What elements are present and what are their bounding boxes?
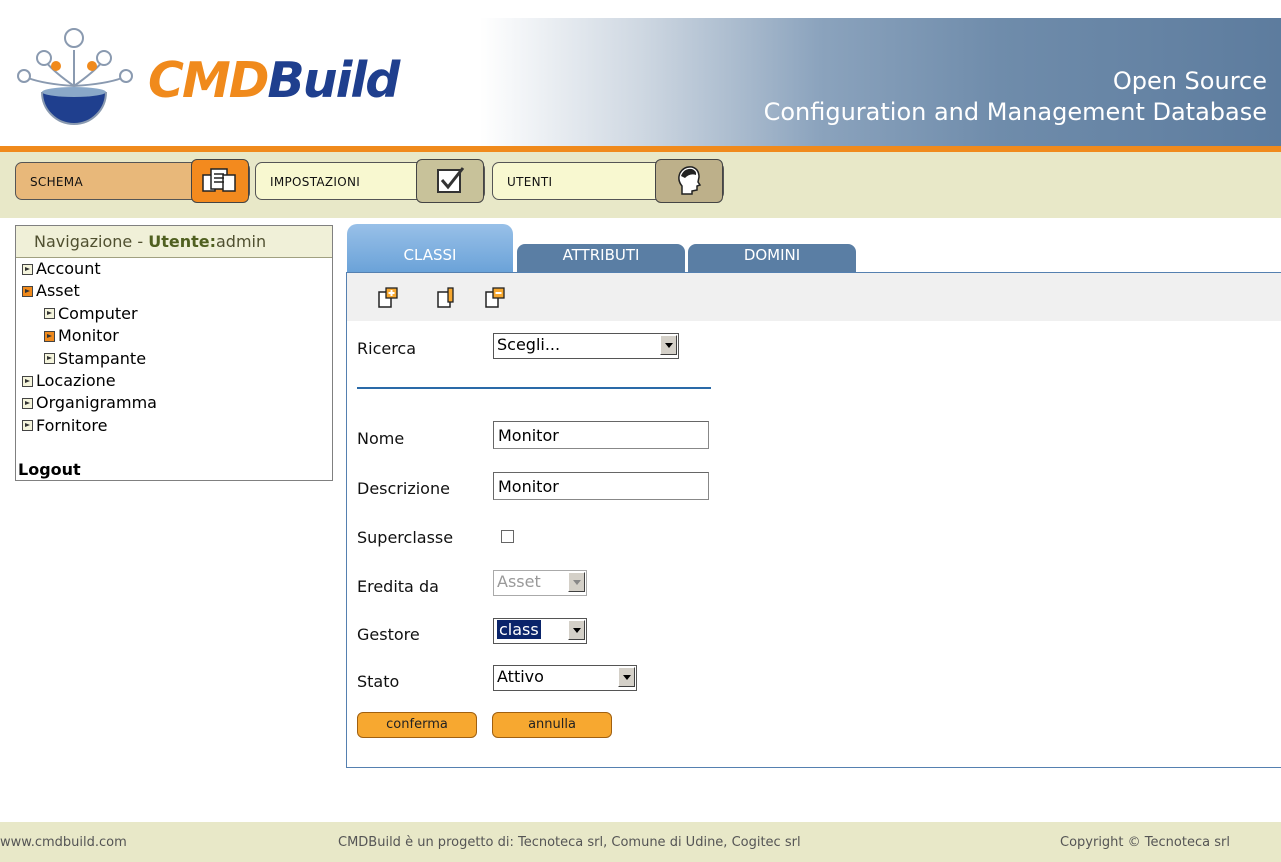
navigation-panel: Navigazione - Utente:admin Account Asset C… [15, 225, 333, 481]
annulla-button[interactable]: annulla [492, 712, 612, 738]
form-separator [357, 387, 711, 389]
tab-attributi[interactable]: ATTRIBUTI [517, 244, 685, 272]
utenti-button[interactable]: UTENTI [492, 159, 724, 203]
gestore-select[interactable]: class [493, 618, 587, 644]
sidebar-item-organigramma[interactable]: Organigramma [22, 393, 157, 413]
sidebar-item-label: Organigramma [36, 393, 157, 413]
sidebar-item-label: Stampante [58, 348, 147, 368]
expand-arrow-icon [22, 397, 33, 409]
navigation-header: Navigazione - Utente:admin [16, 226, 332, 258]
footer-copyright: Copyright © Tecnoteca srl [1060, 835, 1230, 850]
superclasse-label: Superclasse [357, 528, 454, 547]
sidebar-item-locazione[interactable]: Locazione [22, 371, 116, 391]
sidebar-item-label: Asset [36, 281, 80, 301]
chevron-down-icon [660, 335, 677, 355]
sidebar-item-label: Account [36, 259, 101, 278]
footer-project-text: CMDBuild è un progetto di: Tecnoteca srl… [338, 835, 801, 850]
gestore-select-value: class [497, 620, 541, 639]
sidebar-item-label: Monitor [58, 326, 119, 346]
schema-button-label: SCHEMA [30, 175, 83, 189]
expand-arrow-icon [44, 330, 55, 342]
user-label: Utente: [148, 232, 216, 251]
tagline-line1: Open Source [1112, 67, 1267, 95]
expand-arrow-icon [44, 353, 55, 365]
eredita-da-select-value: Asset [497, 572, 541, 591]
gestore-label: Gestore [357, 625, 420, 644]
ricerca-select[interactable]: Scegli... [493, 333, 679, 359]
impostazioni-button-label: IMPOSTAZIONI [270, 175, 361, 189]
expand-arrow-icon [22, 420, 33, 432]
cmdbuild-logo-icon [17, 28, 133, 125]
sidebar-item-computer[interactable]: Computer [44, 304, 138, 324]
tagline: Open Source Configuration and Management… [764, 66, 1267, 128]
impostazioni-button[interactable]: IMPOSTAZIONI [255, 159, 485, 203]
conferma-button[interactable]: conferma [357, 712, 477, 738]
sidebar-item-fornitore[interactable]: Fornitore [22, 416, 107, 436]
sidebar-item-label: Fornitore [36, 415, 108, 435]
expand-arrow-icon [22, 263, 33, 275]
nome-input[interactable] [493, 421, 709, 449]
app-header: CMDBuild Open Source Configuration and M… [0, 18, 1281, 146]
sidebar-item-account[interactable]: Account [22, 259, 101, 279]
chevron-down-icon [568, 620, 585, 640]
class-actions-toolbar [347, 273, 1281, 321]
expand-arrow-icon [44, 308, 55, 320]
main-toolbar: SCHEMA IMPOSTAZIONI UTENTI [0, 152, 1281, 218]
tagline-line2: Configuration and Management Database [763, 98, 1267, 126]
delete-class-icon[interactable] [484, 287, 506, 309]
logout-link[interactable]: Logout [18, 460, 81, 479]
chevron-down-icon [568, 572, 585, 592]
eredita-da-label: Eredita da [357, 577, 439, 596]
stato-label: Stato [357, 672, 400, 691]
footer-site-link[interactable]: www.cmdbuild.com [0, 835, 127, 850]
user-head-icon [655, 159, 723, 203]
sidebar-item-asset[interactable]: Asset [22, 281, 80, 301]
superclasse-checkbox[interactable] [501, 530, 514, 543]
page-footer: www.cmdbuild.com CMDBuild è un progetto … [0, 822, 1281, 862]
ricerca-label: Ricerca [357, 339, 417, 358]
edit-class-icon[interactable] [436, 287, 458, 309]
logo-part-cmd: CMD [148, 52, 269, 109]
user-name: admin [216, 232, 267, 251]
stato-select[interactable]: Attivo [493, 665, 637, 691]
tab-domini[interactable]: DOMINI [688, 244, 856, 272]
nome-label: Nome [357, 429, 405, 448]
stato-select-value: Attivo [497, 667, 544, 686]
ricerca-select-value: Scegli... [497, 335, 561, 354]
expand-arrow-icon [22, 375, 33, 387]
expand-arrow-icon [22, 285, 33, 297]
checklist-icon [416, 159, 484, 203]
logo-wordmark: CMDBuild [148, 52, 400, 109]
sidebar-item-label: Computer [58, 303, 138, 323]
descrizione-input[interactable] [493, 472, 709, 500]
sidebar-item-label: Locazione [36, 371, 116, 390]
schema-icon [191, 159, 249, 203]
classi-panel: Ricerca Scegli... Nome Descrizione Super… [346, 272, 1281, 768]
schema-button[interactable]: SCHEMA [15, 159, 250, 203]
sidebar-item-monitor[interactable]: Monitor [44, 326, 119, 346]
chevron-down-icon [618, 667, 635, 687]
descrizione-label: Descrizione [357, 479, 450, 498]
add-class-icon[interactable] [377, 287, 399, 309]
tab-classi[interactable]: CLASSI [347, 224, 513, 273]
utenti-button-label: UTENTI [507, 175, 553, 189]
logo-part-build: Build [267, 52, 400, 109]
navigation-title: Navigazione - [34, 232, 149, 251]
eredita-da-select[interactable]: Asset [493, 570, 587, 596]
sidebar-item-stampante[interactable]: Stampante [44, 349, 146, 369]
